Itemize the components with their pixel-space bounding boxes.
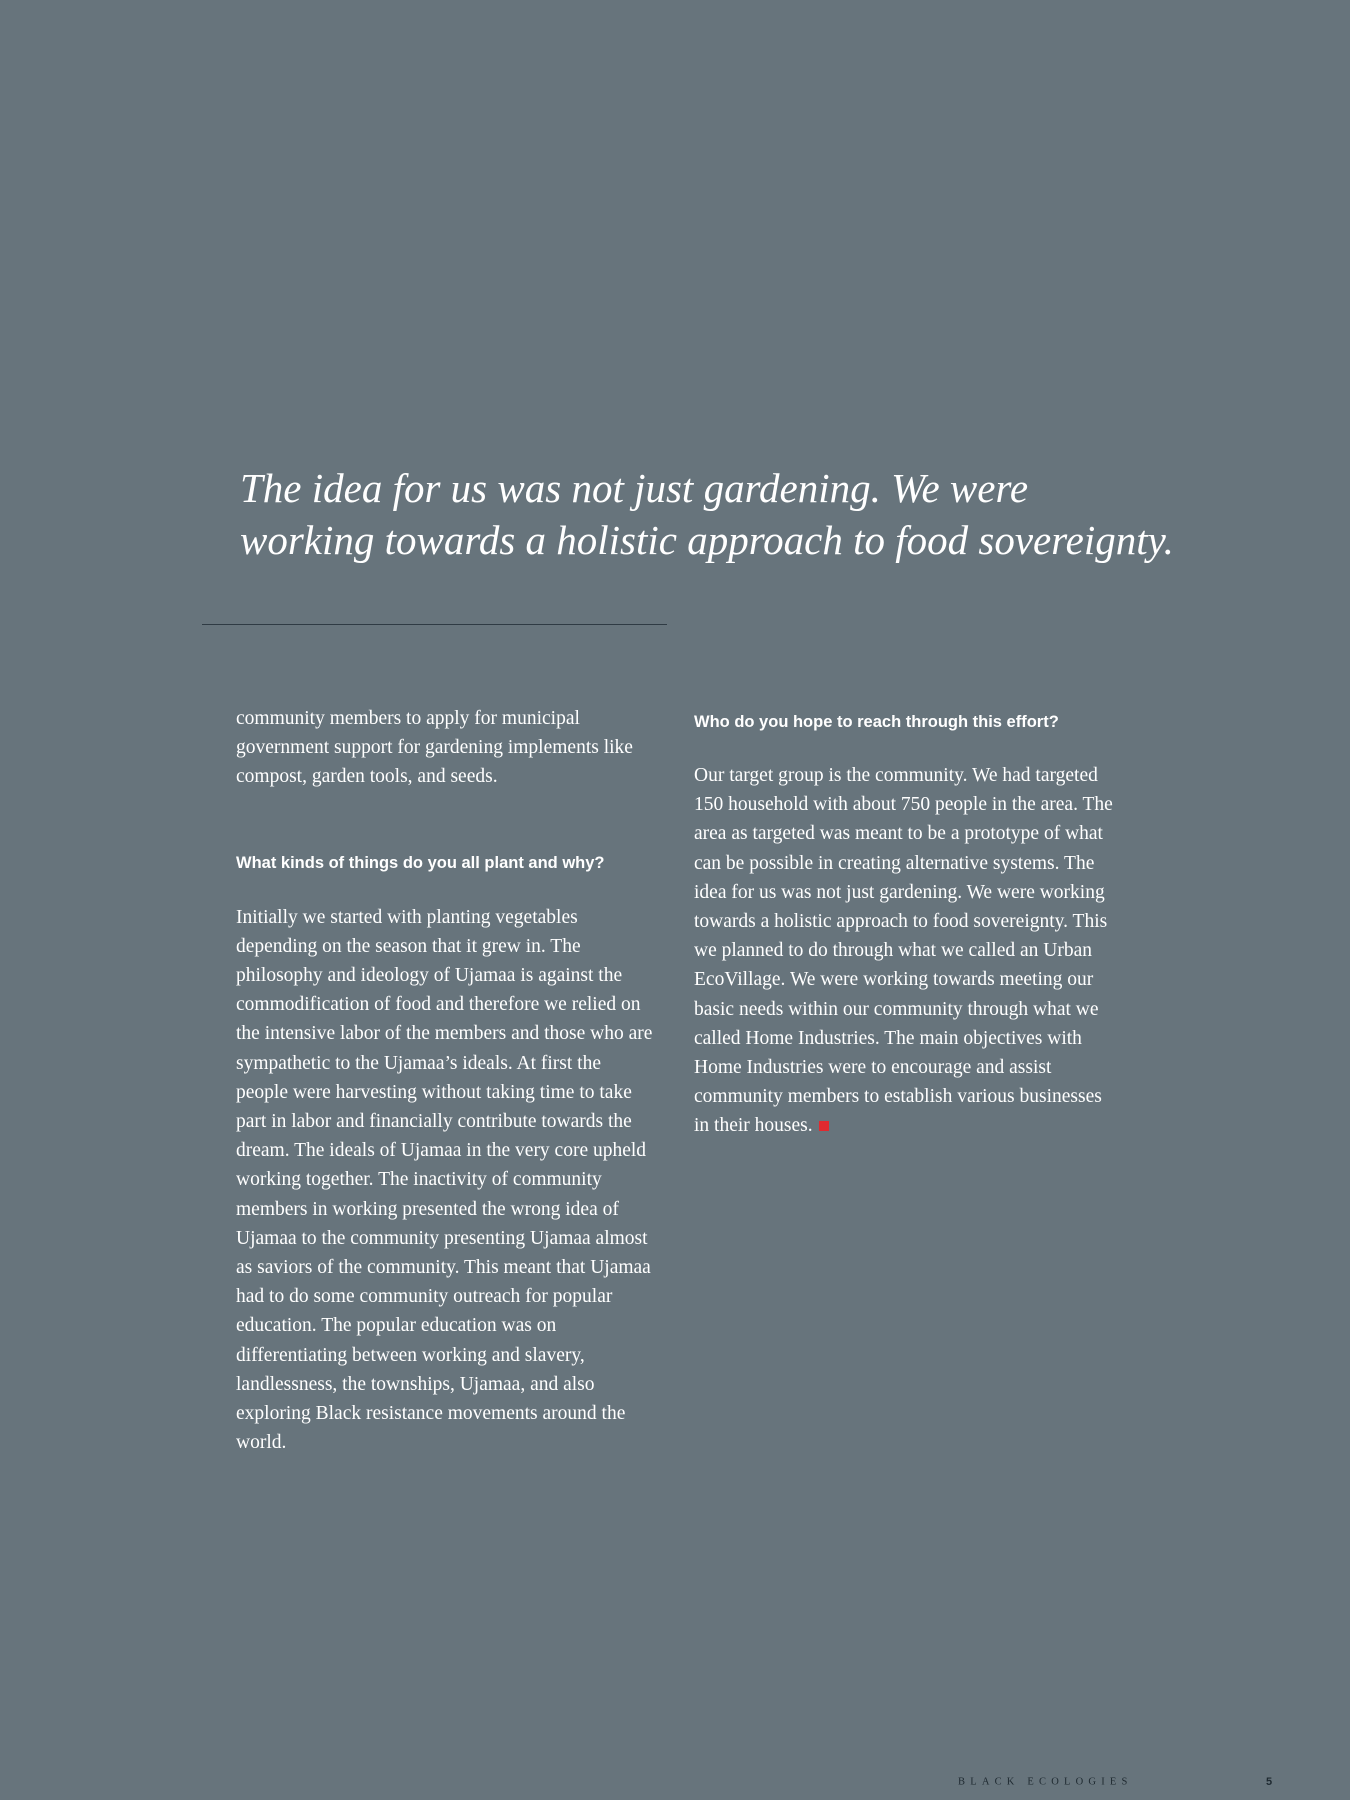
running-title: BLACK ECOLOGIES [958, 1776, 1133, 1788]
question-heading-plants: What kinds of things do you all plant an… [236, 853, 605, 872]
pull-quote-line-2: working towards a holistic approach to f… [240, 517, 1174, 563]
pull-quote: The idea for us was not just gardening. … [240, 462, 1240, 566]
left-column: community members to apply for municipal… [236, 704, 656, 1457]
question-heading-reach: Who do you hope to reach through this ef… [694, 713, 1059, 731]
end-of-article-mark [818, 1121, 829, 1132]
continuation-paragraph: community members to apply for municipal… [236, 708, 633, 788]
divider-rule [202, 624, 667, 625]
answer-text-reach: Our target group is the community. We ha… [694, 765, 1113, 1137]
pull-quote-line-1: The idea for us was not just gardening. … [240, 465, 1029, 511]
answer-paragraph-reach: Our target group is the community. We ha… [694, 761, 1114, 1141]
page-number: 5 [1266, 1776, 1273, 1788]
answer-paragraph-plants: Initially we started with planting veget… [236, 906, 653, 1454]
right-column: Who do you hope to reach through this ef… [694, 704, 1114, 1141]
